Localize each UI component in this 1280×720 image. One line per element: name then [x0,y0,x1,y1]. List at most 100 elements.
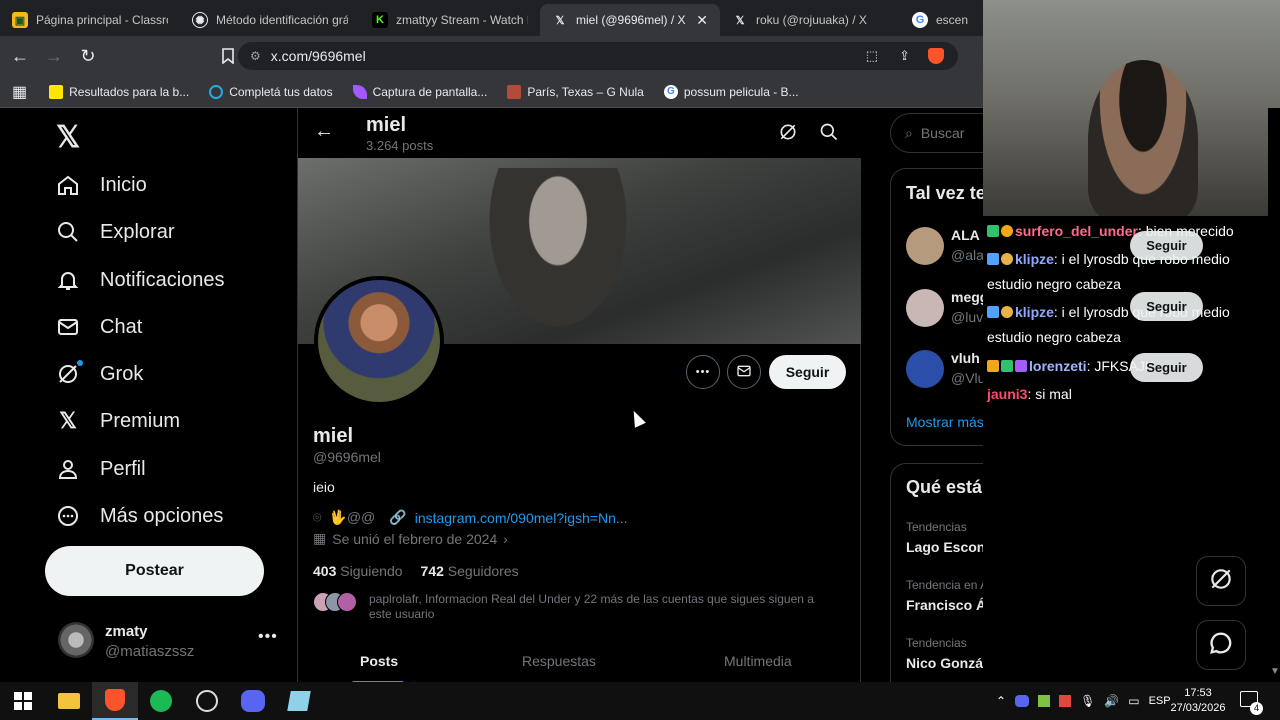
nav-item-grok[interactable]: Grok [56,360,143,386]
show-more-link[interactable]: Mostrar más [906,414,983,430]
nav-item-explorar[interactable]: Explorar [56,220,174,244]
bookmark-item[interactable]: Gpossum pelicula - B... [663,84,799,99]
close-tab-icon[interactable]: ✕ [696,12,708,29]
post-button[interactable]: Postear [45,546,264,596]
trend-item[interactable]: Tendencias Lago Escondido [906,520,983,555]
network-icon[interactable]: ▭ [1128,694,1139,708]
brave-shield-icon[interactable] [928,48,944,64]
avatar [906,350,944,388]
search-icon: ⌕ [905,124,913,141]
bookmark-item[interactable]: París, Texas – G Nula [507,84,644,99]
suggestion-follow-button[interactable]: Seguir [1130,353,1203,382]
tray-app-icon[interactable] [1059,695,1072,707]
banner-figure [478,168,638,344]
mail-icon [56,315,80,339]
chevron-up-icon[interactable]: ⌃ [996,694,1006,708]
google-icon: G [912,12,928,28]
trend-item[interactable]: Tendencia en Argentina Francisco Álvarez [906,578,983,613]
suggestion-follow-button[interactable]: Seguir [1130,231,1203,260]
speaker-icon[interactable]: 🔊 [1104,694,1119,708]
browser-tab[interactable]: Kzmattyy Stream - Watch Li [360,4,540,36]
grok-icon[interactable] [778,122,798,147]
browser-tab[interactable]: ✺ Método identificación gráf [180,4,360,36]
discord-icon[interactable] [230,682,276,720]
followed-by-avatars [313,592,361,614]
site-info-icon[interactable]: ⚙ [250,49,261,63]
windows-start-icon[interactable] [0,682,46,720]
follow-stats: 403 Siguiendo 742 Seguidores [313,563,519,579]
chevron-right-icon[interactable]: › [503,531,508,547]
crown-icon [987,360,999,372]
apps-grid-icon[interactable]: ▦ [12,82,27,102]
scroll-down-icon[interactable]: ▼ [1270,666,1280,677]
grok-fab[interactable] [1196,556,1246,606]
discord-tray-icon[interactable] [1015,695,1030,707]
forward-icon[interactable]: → [40,42,68,70]
nav-item-premium[interactable]: 𝕏 Premium [56,408,180,433]
profile-link[interactable]: instagram.com/090mel?igsh=Nn... [415,510,628,526]
tab-multimedia[interactable]: Multimedia [724,653,792,669]
avatar [58,622,94,658]
file-explorer-icon[interactable] [46,682,92,720]
bookmark-item[interactable]: Captura de pantalla... [352,84,487,99]
link-icon: 🔗 [389,509,407,525]
browser-tab[interactable]: 𝕏roku (@rojuuaka) / X [720,4,900,36]
header-name: miel [366,114,407,136]
messages-fab[interactable] [1196,620,1246,670]
profile-avatar[interactable] [314,276,444,406]
left-navigation: 𝕏 Inicio Explorar Notificaciones Chat Gr… [0,108,297,682]
message-button[interactable] [727,355,761,389]
badge-icon [1001,360,1013,372]
tab-posts[interactable]: Posts [352,653,404,682]
clock-date: 27/03/2026 [1170,702,1226,714]
back-arrow-icon[interactable]: ← [314,120,334,143]
search-icon[interactable] [819,122,839,147]
nav-item-notificaciones[interactable]: Notificaciones [56,268,225,292]
back-icon[interactable]: ← [6,42,34,70]
mercadolibre-icon [49,84,64,99]
location-icon: ⌾ [313,509,322,525]
profile-bio: ieio [313,479,335,495]
nav-item-perfil[interactable]: Perfil [56,457,146,481]
tab-respuestas[interactable]: Respuestas [522,653,596,669]
scrollbar[interactable]: ▼ [1268,108,1280,682]
address-bar[interactable]: ⚙ x.com/9696mel ⬚ ⇪ [238,42,958,70]
following-link[interactable]: 403 Siguiendo [313,563,403,579]
profile-header-bar: ← miel 3.264 posts [298,108,861,158]
more-options-button[interactable]: ••• [686,355,720,389]
app-icon[interactable] [276,682,322,720]
suggestion-row[interactable]: meggo @@@ @luvm [906,289,983,333]
nav-item-inicio[interactable]: Inicio [56,173,147,197]
trend-item[interactable]: Tendencias Nico González [906,636,983,671]
browser-tab[interactable]: ▣ Página principal - Classroo [0,4,180,36]
share-icon[interactable]: ⇪ [899,48,910,64]
browser-tab[interactable]: Gescena de [900,4,980,36]
bookmark-item[interactable]: Resultados para la b... [49,84,189,99]
install-app-icon[interactable]: ⬚ [866,48,878,64]
clock[interactable]: 17:53 27/03/2026 [1166,686,1230,716]
follow-button[interactable]: Seguir [769,355,846,389]
bookmark-item[interactable]: Completá tus datos [209,84,333,99]
search-input[interactable]: ⌕ Buscar [890,113,983,153]
x-logo-icon[interactable]: 𝕏 [56,120,80,155]
home-icon [56,173,80,197]
brave-browser-icon[interactable] [92,682,138,720]
account-switcher[interactable]: zmaty @matiaszssz ••• [56,620,284,664]
tray-app-icon[interactable] [1038,695,1051,707]
classroom-icon: ▣ [12,12,28,28]
browser-tab-active[interactable]: 𝕏miel (@9696mel) / X ✕ [540,4,720,36]
more-icon[interactable]: ••• [258,628,278,646]
google-icon: G [663,84,678,99]
webcam-person [1088,60,1198,216]
suggestion-row[interactable]: vluh @Vluhh_ [906,350,983,394]
suggestion-follow-button[interactable]: Seguir [1130,292,1203,321]
reload-icon[interactable]: ↻ [74,42,102,70]
nav-item-mas-opciones[interactable]: Más opciones [56,504,223,528]
obs-icon[interactable] [184,682,230,720]
nav-item-chat[interactable]: Chat [56,315,142,339]
microphone-icon[interactable]: 🎙 [1080,694,1095,708]
spotify-icon[interactable] [138,682,184,720]
profile-location: 🖖@@ [329,509,376,525]
followers-link[interactable]: 742 Seguidores [421,563,519,579]
suggestion-row[interactable]: ALA @alarl [906,227,983,271]
